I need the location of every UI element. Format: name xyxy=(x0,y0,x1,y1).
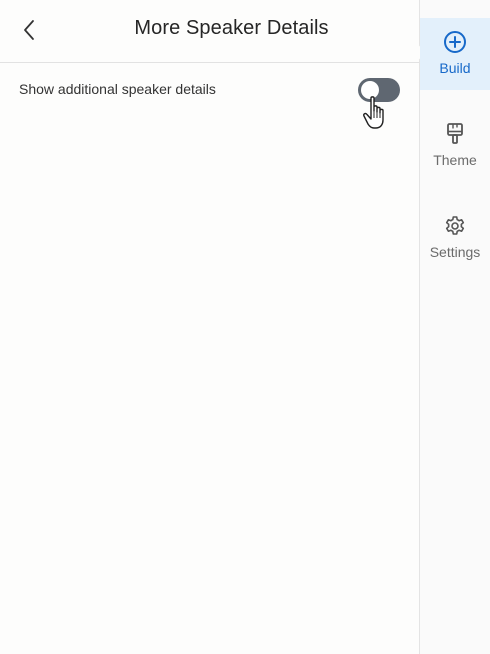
speaker-details-row: Show additional speaker details xyxy=(0,63,419,115)
rail-item-label: Build xyxy=(439,60,471,76)
plus-circle-icon xyxy=(444,31,466,53)
speaker-details-toggle[interactable] xyxy=(358,78,400,102)
side-rail: Build Theme Settings xyxy=(420,0,490,654)
toggle-knob xyxy=(361,81,379,99)
chevron-left-icon xyxy=(24,20,34,40)
panel-header: More Speaker Details xyxy=(0,0,419,63)
details-panel: More Speaker Details Show additional spe… xyxy=(0,0,420,654)
rail-item-build[interactable]: Build xyxy=(420,18,490,90)
rail-item-settings[interactable]: Settings xyxy=(420,202,490,274)
rail-item-theme[interactable]: Theme xyxy=(420,110,490,182)
back-button[interactable] xyxy=(14,14,46,46)
app-frame: More Speaker Details Show additional spe… xyxy=(0,0,490,654)
rail-item-label: Theme xyxy=(433,152,477,168)
page-title: More Speaker Details xyxy=(134,17,329,39)
gear-icon xyxy=(445,216,465,235)
speaker-details-label: Show additional speaker details xyxy=(19,81,216,97)
rail-item-label: Settings xyxy=(429,244,481,260)
paintbrush-icon xyxy=(447,123,463,144)
